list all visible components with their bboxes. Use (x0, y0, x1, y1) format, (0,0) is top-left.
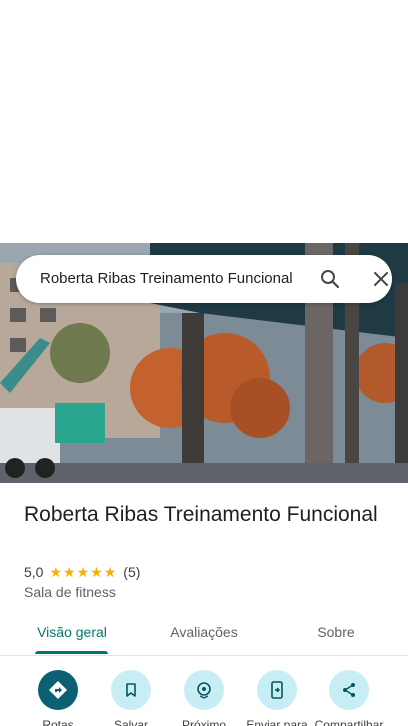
review-count[interactable]: (5) (123, 564, 140, 580)
nearby-button[interactable]: Próximo (164, 670, 244, 726)
share-label: Compartilhar (314, 718, 384, 726)
search-input[interactable]: Roberta Ribas Treinamento Funcional (40, 255, 302, 303)
rating-value: 5,0 (24, 564, 44, 580)
star-icon: ★ (103, 564, 117, 580)
star-icon: ★ (90, 564, 103, 580)
star-icon: ★ (63, 564, 76, 580)
tab-bar: Visão geral Avaliações Sobre (0, 614, 408, 656)
nearby-label: Próximo (181, 718, 226, 726)
send-to-phone-icon (257, 670, 297, 710)
send-to-phone-button[interactable]: Enviar para (237, 670, 317, 726)
directions-label: Rotas (42, 718, 74, 726)
send-to-phone-label: Enviar para (246, 718, 308, 726)
place-category[interactable]: Sala de fitness (24, 584, 116, 600)
place-sheet: Roberta Ribas Treinamento Funcional Robe… (0, 0, 408, 726)
directions-button[interactable]: Rotas (18, 670, 98, 726)
search-icon[interactable] (318, 267, 342, 291)
nearby-icon (184, 670, 224, 710)
rating-stars: ★ ★ ★ ★ ★ (49, 565, 117, 579)
active-tab-indicator (35, 651, 108, 654)
place-title: Roberta Ribas Treinamento Funcional (24, 503, 378, 526)
tab-overview[interactable]: Visão geral (24, 614, 120, 656)
star-icon: ★ (76, 564, 90, 580)
tab-about[interactable]: Sobre (296, 614, 376, 656)
directions-icon (38, 670, 78, 710)
save-label: Salvar (113, 718, 148, 726)
star-icon: ★ (49, 564, 63, 580)
search-bar[interactable]: Roberta Ribas Treinamento Funcional (16, 255, 392, 303)
tab-reviews[interactable]: Avaliações (156, 614, 252, 656)
save-button[interactable]: Salvar (91, 670, 171, 726)
share-button[interactable]: Compartilhar (309, 670, 389, 726)
close-icon[interactable] (369, 267, 393, 291)
rating-row[interactable]: 5,0 ★ ★ ★ ★ ★ (5) (24, 563, 140, 581)
share-icon (329, 670, 369, 710)
bookmark-icon (111, 670, 151, 710)
